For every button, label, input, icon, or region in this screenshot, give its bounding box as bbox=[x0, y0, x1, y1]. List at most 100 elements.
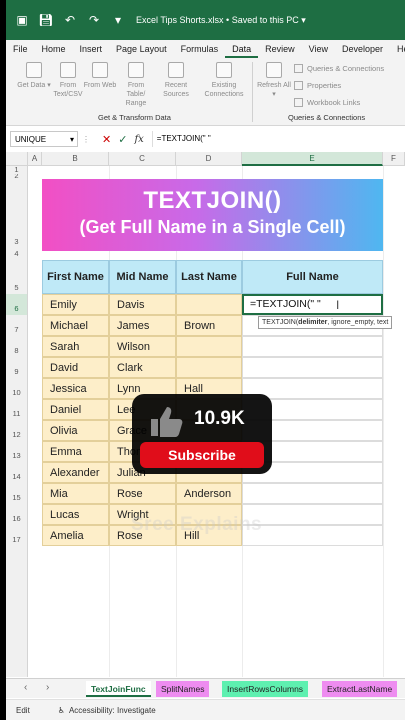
table-cell[interactable]: Davis bbox=[109, 294, 176, 315]
tab-file[interactable]: File bbox=[6, 40, 35, 58]
properties-button[interactable]: Properties bbox=[294, 81, 341, 90]
full-name-cell[interactable] bbox=[242, 336, 383, 357]
existing-connections-button[interactable]: Existing Connections bbox=[202, 62, 246, 99]
table-cell[interactable]: Wilson bbox=[109, 336, 176, 357]
row-header[interactable]: 8 bbox=[6, 336, 28, 357]
full-name-cell[interactable] bbox=[242, 357, 383, 378]
table-cell[interactable]: Olivia bbox=[42, 420, 109, 441]
row-header[interactable]: 5 bbox=[6, 260, 28, 294]
row-header[interactable]: 4 bbox=[6, 248, 28, 260]
row-header[interactable]: 10 bbox=[6, 378, 28, 399]
table-cell[interactable]: Alexander bbox=[42, 462, 109, 483]
table-cell[interactable]: Amelia bbox=[42, 525, 109, 546]
refresh-icon bbox=[266, 62, 282, 78]
table-cell[interactable] bbox=[176, 336, 242, 357]
row-header[interactable]: 6 bbox=[6, 294, 28, 315]
row-header[interactable]: 16 bbox=[6, 504, 28, 525]
table-cell[interactable]: James bbox=[109, 315, 176, 336]
column-header-f[interactable]: F bbox=[383, 152, 405, 166]
table-cell[interactable]: Jessica bbox=[42, 378, 109, 399]
redo-icon[interactable]: ↷ bbox=[86, 12, 102, 28]
from-web-button[interactable]: From Web bbox=[82, 62, 118, 90]
sheet-tab-textjoinfunc[interactable]: TextJoinFunc bbox=[86, 681, 151, 697]
row-header[interactable]: 17 bbox=[6, 525, 28, 546]
row-header[interactable]: 9 bbox=[6, 357, 28, 378]
select-all-corner[interactable] bbox=[6, 152, 28, 166]
undo-icon[interactable]: ↶ bbox=[62, 12, 78, 28]
quick-access-dropdown-icon[interactable]: ▾ bbox=[110, 12, 126, 28]
table-cell[interactable]: Mia bbox=[42, 483, 109, 504]
save-status-dropdown-icon[interactable]: ▾ bbox=[301, 15, 306, 25]
row-header[interactable]: 11 bbox=[6, 399, 28, 420]
queries-connections-button[interactable]: Queries & Connections bbox=[294, 64, 384, 73]
active-cell-e6[interactable]: =TEXTJOIN(" " bbox=[242, 294, 383, 315]
insert-function-icon[interactable]: fx bbox=[134, 134, 143, 145]
table-cell[interactable] bbox=[176, 357, 242, 378]
tab-help[interactable]: He bbox=[390, 40, 405, 58]
column-header-c[interactable]: C bbox=[109, 152, 176, 166]
column-header-e[interactable]: E bbox=[242, 152, 383, 166]
from-table-range-button[interactable]: From Table/ Range bbox=[118, 62, 154, 108]
table-cell[interactable]: Emma bbox=[42, 441, 109, 462]
formula-input[interactable]: =TEXTJOIN(" " bbox=[151, 131, 405, 147]
workbook-links-button[interactable]: Workbook Links bbox=[294, 98, 360, 107]
ribbon-tabs: File Home Insert Page Layout Formulas Da… bbox=[6, 40, 405, 58]
subscribe-button[interactable]: Subscribe bbox=[140, 442, 264, 468]
table-cell[interactable]: Anderson bbox=[176, 483, 242, 504]
header-full-name[interactable]: Full Name bbox=[242, 260, 383, 294]
table-cell[interactable]: Emily bbox=[42, 294, 109, 315]
tab-review[interactable]: Review bbox=[258, 40, 302, 58]
enter-icon[interactable]: ✓ bbox=[118, 133, 127, 146]
sheet-tab-splitnames[interactable]: SplitNames bbox=[156, 681, 210, 697]
table-cell[interactable]: Sarah bbox=[42, 336, 109, 357]
cancel-icon[interactable]: ✕ bbox=[102, 133, 111, 146]
accessibility-icon[interactable]: ♿︎ bbox=[58, 706, 65, 715]
refresh-all-button[interactable]: Refresh All ▾ bbox=[256, 62, 292, 99]
row-header[interactable]: 3 bbox=[6, 178, 28, 248]
row-header[interactable]: 14 bbox=[6, 462, 28, 483]
tab-insert[interactable]: Insert bbox=[73, 40, 110, 58]
row-header[interactable]: 13 bbox=[6, 441, 28, 462]
column-header-d[interactable]: D bbox=[176, 152, 242, 166]
tab-formulas[interactable]: Formulas bbox=[174, 40, 226, 58]
tab-view[interactable]: View bbox=[302, 40, 335, 58]
scroll-right-icon[interactable]: › bbox=[46, 682, 49, 693]
sheet-tab-extractlastname[interactable]: ExtractLastName bbox=[322, 681, 398, 697]
scroll-left-icon[interactable]: ‹ bbox=[24, 682, 27, 693]
from-text-csv-button[interactable]: From Text/CSV bbox=[50, 62, 86, 99]
sheet-tab-insertrowscolumns[interactable]: InsertRowsColumns bbox=[222, 681, 309, 697]
table-cell[interactable]: Brown bbox=[176, 315, 242, 336]
row-header[interactable]: 12 bbox=[6, 420, 28, 441]
full-name-cell[interactable] bbox=[242, 483, 383, 504]
table-cell[interactable]: Daniel bbox=[42, 399, 109, 420]
table-cell[interactable]: David bbox=[42, 357, 109, 378]
tab-home[interactable]: Home bbox=[35, 40, 73, 58]
row-header[interactable]: 1 bbox=[6, 166, 28, 174]
table-cell[interactable] bbox=[176, 294, 242, 315]
table-cell[interactable]: Rose bbox=[109, 483, 176, 504]
excel-window: ▣ 💾︎ ↶ ↷ ▾ Excel Tips Shorts.xlsx • Save… bbox=[6, 0, 405, 720]
column-header-b[interactable]: B bbox=[42, 152, 109, 166]
worksheet-grid[interactable]: A B C D E F 1 2 3 4 5 6 7 8 9 10 11 12 1… bbox=[6, 152, 405, 677]
accessibility-status[interactable]: Accessibility: Investigate bbox=[69, 706, 156, 715]
name-box[interactable]: UNIQUE ▾ bbox=[10, 131, 78, 147]
table-cell[interactable]: Michael bbox=[42, 315, 109, 336]
header-first-name[interactable]: First Name bbox=[42, 260, 109, 294]
tab-data[interactable]: Data bbox=[225, 40, 259, 58]
tab-developer[interactable]: Developer bbox=[335, 40, 390, 58]
header-mid-name[interactable]: Mid Name bbox=[109, 260, 176, 294]
row-header[interactable]: 15 bbox=[6, 483, 28, 504]
header-last-name[interactable]: Last Name bbox=[176, 260, 242, 294]
full-name-cell[interactable] bbox=[242, 504, 383, 525]
get-data-button[interactable]: Get Data ▾ bbox=[16, 62, 52, 90]
full-name-cell[interactable] bbox=[242, 525, 383, 546]
table-cell[interactable]: Lucas bbox=[42, 504, 109, 525]
name-box-dropdown-icon[interactable]: ▾ bbox=[70, 135, 74, 144]
table-cell[interactable]: Clark bbox=[109, 357, 176, 378]
row-header[interactable]: 7 bbox=[6, 315, 28, 336]
save-icon[interactable]: 💾︎ bbox=[38, 12, 54, 28]
tab-page-layout[interactable]: Page Layout bbox=[109, 40, 174, 58]
column-header-a[interactable]: A bbox=[28, 152, 42, 166]
banner-title: TEXTJOIN() bbox=[143, 187, 282, 214]
recent-sources-button[interactable]: Recent Sources bbox=[158, 62, 194, 99]
